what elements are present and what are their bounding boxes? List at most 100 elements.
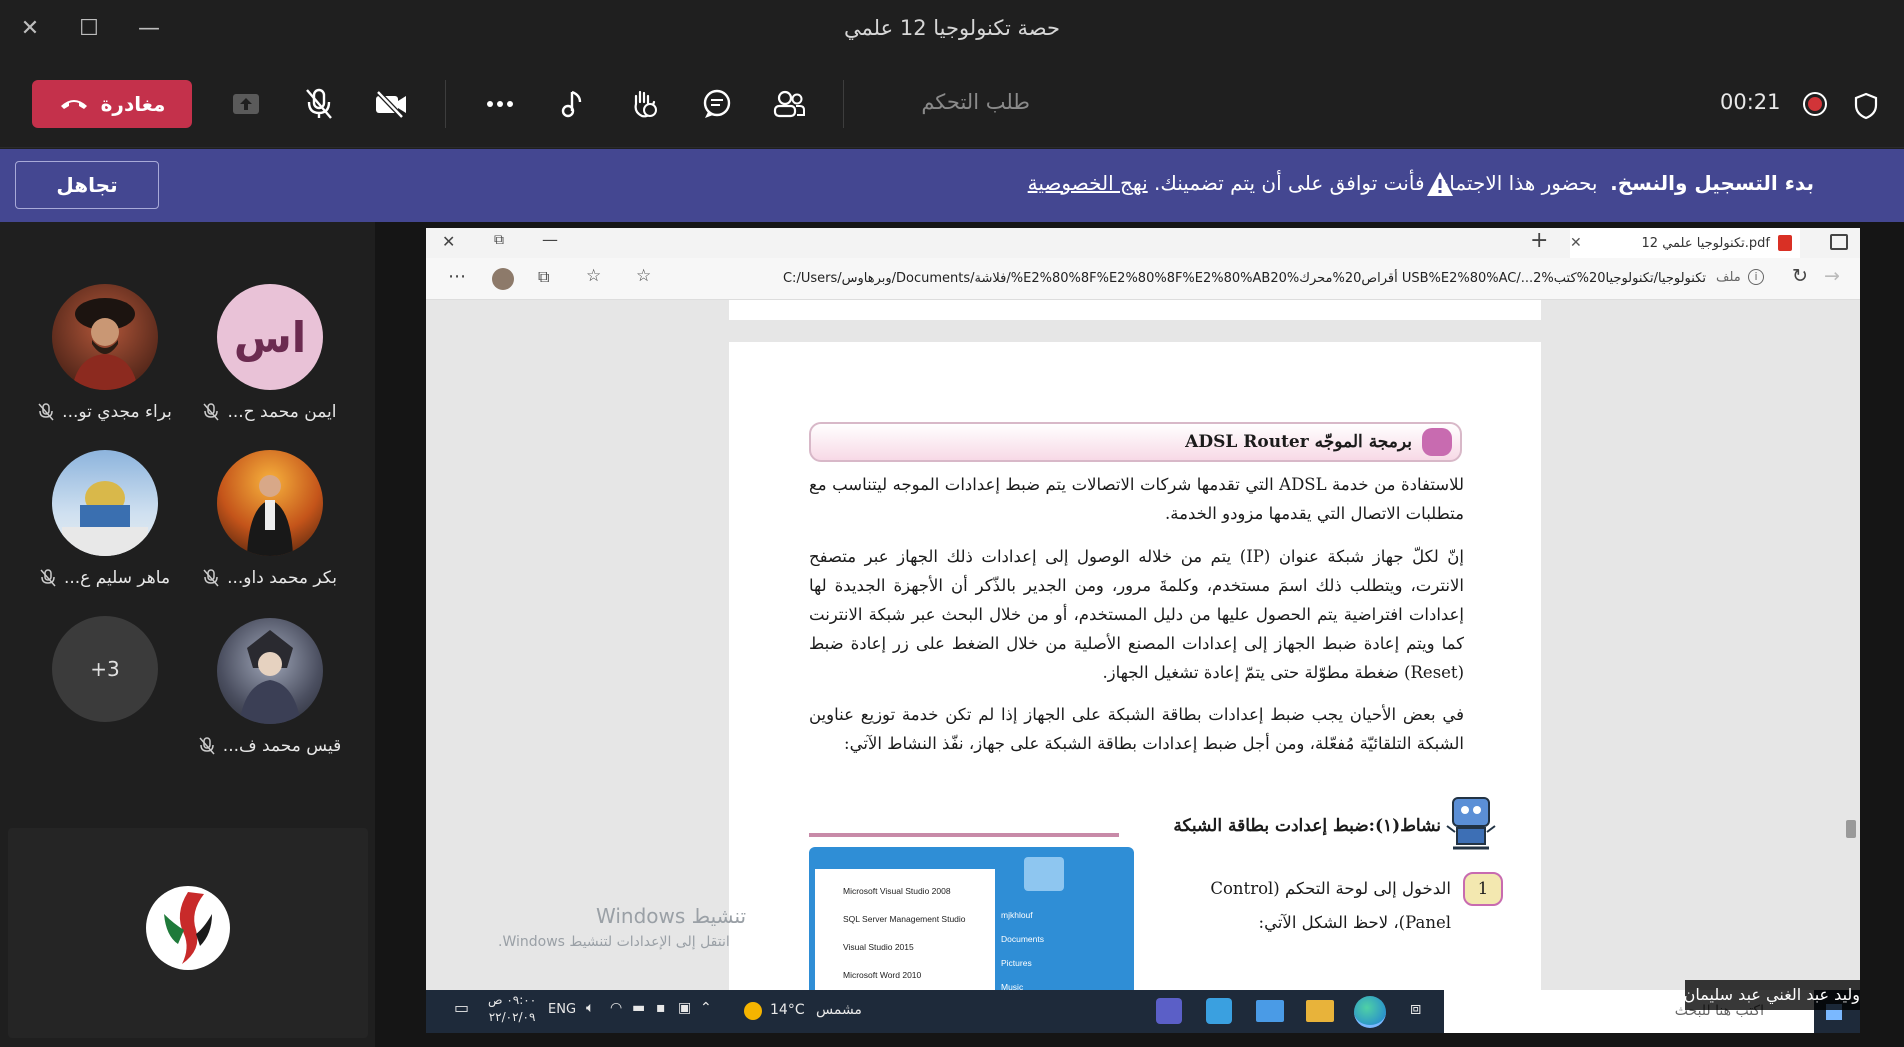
browser-close-icon[interactable]: ✕ <box>442 232 455 251</box>
self-video-tile <box>8 828 368 1038</box>
start-menu-item: SQL Server Management Studio <box>843 914 966 924</box>
pdf-page-previous <box>729 300 1541 320</box>
browser-tab-strip: ✕ ⧉ — + ✕ تكنولوجيا علمي 12.pdf <box>426 228 1860 258</box>
privacy-policy-link[interactable]: نهج الخصوصية <box>1028 171 1148 195</box>
weather-label[interactable]: مشمس <box>816 1002 862 1018</box>
step-1-line-2: Panel)، لاحظ الشكل الآتي: <box>1258 913 1451 932</box>
edge-taskbar-icon[interactable] <box>1354 996 1386 1028</box>
more-participants-button[interactable]: +3 <box>20 616 190 722</box>
section-title: برمجة الموجّه ADSL Router <box>1185 432 1412 452</box>
ignore-button[interactable]: تجاهل <box>15 161 159 209</box>
participant-name: ايمن محمد ح... <box>227 402 337 422</box>
hang-up-icon <box>60 100 87 109</box>
shield-icon[interactable] <box>1846 86 1886 126</box>
wifi-icon[interactable]: ◠ <box>610 1000 622 1016</box>
activity-underline <box>809 833 1119 837</box>
request-control-button[interactable]: طلب التحكم <box>880 90 1030 114</box>
profile-avatar[interactable] <box>492 268 514 290</box>
weather-temp[interactable]: 14°C <box>770 1002 805 1018</box>
toolbar-divider <box>843 80 844 128</box>
browser-minimize-icon[interactable]: — <box>542 230 558 249</box>
sun-icon <box>744 1002 762 1020</box>
participant-tile[interactable]: قيس محمد ف... <box>185 618 355 756</box>
browser-address-bar: ⋯ ⧉ ☆ ☆ C:/Users/وبرهاوس/Documents/فلاشة… <box>426 258 1860 300</box>
clock-time: ٠٩:٠٠ ص <box>488 993 537 1007</box>
network-icon[interactable]: ▬ <box>632 1000 645 1016</box>
participant-tile[interactable]: اس ايمن محمد ح... <box>185 284 355 422</box>
participant-name: قيس محمد ف... <box>222 736 342 756</box>
more-participants-count: +3 <box>52 616 158 722</box>
add-favorite-icon[interactable]: ☆ <box>636 266 651 286</box>
start-menu-link: Music <box>1001 982 1024 990</box>
section-header: برمجة الموجّه ADSL Router <box>809 422 1462 462</box>
explorer-taskbar-icon[interactable] <box>1306 1000 1334 1022</box>
browser-restore-icon[interactable]: ⧉ <box>494 232 504 248</box>
leave-label: مغادرة <box>100 92 166 116</box>
store-taskbar-icon[interactable] <box>1206 998 1232 1024</box>
mic-muted-icon <box>199 737 215 755</box>
avatar: اس <box>217 284 323 390</box>
collections-icon[interactable]: ⧉ <box>538 267 549 287</box>
music-note-icon[interactable] <box>552 84 592 124</box>
notifications-icon[interactable]: ▭ <box>454 998 469 1017</box>
task-view-icon[interactable]: ⧈ <box>1410 998 1421 1019</box>
camera-off-icon[interactable] <box>371 84 411 124</box>
avatar <box>52 284 158 390</box>
settings-more-icon[interactable]: ⋯ <box>448 266 466 287</box>
favorites-icon[interactable]: ☆ <box>586 266 601 286</box>
shared-screen: ✕ ⧉ — + ✕ تكنولوجيا علمي 12.pdf ⋯ ⧉ ☆ ☆ … <box>426 228 1860 1033</box>
scrollbar-thumb[interactable] <box>1846 820 1856 838</box>
pdf-icon <box>1778 235 1792 251</box>
meeting-toolbar: مغادرة طلب التحكم 00:21 <box>0 60 1904 148</box>
mail-taskbar-icon[interactable] <box>1256 1000 1284 1022</box>
mic-muted-icon[interactable] <box>299 84 339 124</box>
avatar <box>52 450 158 556</box>
tab-close-icon[interactable]: ✕ <box>1570 235 1582 251</box>
activation-watermark-hint: انتقل إلى الإعدادات لتنشيط Windows. <box>498 934 730 950</box>
pdf-page: برمجة الموجّه ADSL Router للاستفادة من خ… <box>729 342 1541 990</box>
participant-tile[interactable]: ماهر سليم ع... <box>20 450 190 588</box>
tray-teams-icon[interactable]: ▪ <box>656 1000 666 1016</box>
start-menu-link: Pictures <box>1001 958 1032 968</box>
mic-muted-icon <box>203 569 219 587</box>
paragraph-1: للاستفادة من خدمة ADSL التي تقدمها شركات… <box>809 475 1464 523</box>
info-icon[interactable]: i <box>1748 269 1764 285</box>
volume-icon[interactable]: 🔈︎ <box>586 1000 594 1016</box>
mic-muted-icon <box>203 403 220 421</box>
tray-app-icon[interactable]: ▣ <box>678 1000 691 1016</box>
leave-button[interactable]: مغادرة <box>32 80 192 128</box>
participant-name: ماهر سليم ع... <box>63 568 171 588</box>
participant-tile[interactable]: براء مجدي تو... <box>20 284 190 422</box>
pdf-scrollbar[interactable] <box>1846 308 1856 988</box>
pdf-viewer: برمجة الموجّه ADSL Router للاستفادة من خ… <box>426 300 1860 990</box>
refresh-icon[interactable]: ↻ <box>1792 265 1808 287</box>
recording-banner: تجاهل بدء التسجيل والنسخ. بحضور هذا الاج… <box>0 149 1904 222</box>
meeting-title: حصة تكنولوجيا 12 علمي <box>844 16 1060 40</box>
more-actions-icon[interactable] <box>480 84 520 124</box>
raise-hand-icon[interactable] <box>624 84 664 124</box>
language-indicator[interactable]: ENG <box>548 1002 576 1017</box>
new-tab-icon[interactable]: + <box>1530 228 1548 253</box>
clock[interactable]: ٠٩:٠٠ ص ٢٢/٠٢/٠٩ <box>488 992 536 1026</box>
clock-date: ٢٢/٠٢/٠٩ <box>488 1010 536 1024</box>
browser-tab[interactable]: ✕ تكنولوجيا علمي 12.pdf <box>1570 228 1800 258</box>
toolbar-divider <box>445 80 446 128</box>
share-tray-icon[interactable] <box>226 84 266 124</box>
tab-actions-icon[interactable] <box>1830 234 1848 250</box>
participants-icon[interactable] <box>769 84 809 124</box>
start-menu-item: Visual Studio 2015 <box>843 942 914 952</box>
start-menu-programs: Microsoft Visual Studio 2008 SQL Server … <box>815 869 995 990</box>
address-input[interactable]: C:/Users/وبرهاوس/Documents/فلاشة/%E2%80%… <box>676 264 1706 294</box>
forward-icon[interactable]: → <box>1824 265 1840 287</box>
participant-tile[interactable]: بكر محمد داو... <box>185 450 355 588</box>
teams-taskbar-icon[interactable] <box>1156 998 1182 1024</box>
start-menu-link: Documents <box>1001 934 1044 944</box>
step-number: 1 <box>1477 879 1489 898</box>
step-badge: 1 <box>1463 872 1503 906</box>
start-menu-item: Microsoft Visual Studio 2008 <box>843 886 951 896</box>
robot-computer-icon <box>1446 797 1496 850</box>
avatar <box>217 450 323 556</box>
tray-chevron-icon[interactable]: ⌃ <box>700 1000 712 1016</box>
chat-icon[interactable] <box>697 84 737 124</box>
warning-icon <box>1427 172 1453 196</box>
